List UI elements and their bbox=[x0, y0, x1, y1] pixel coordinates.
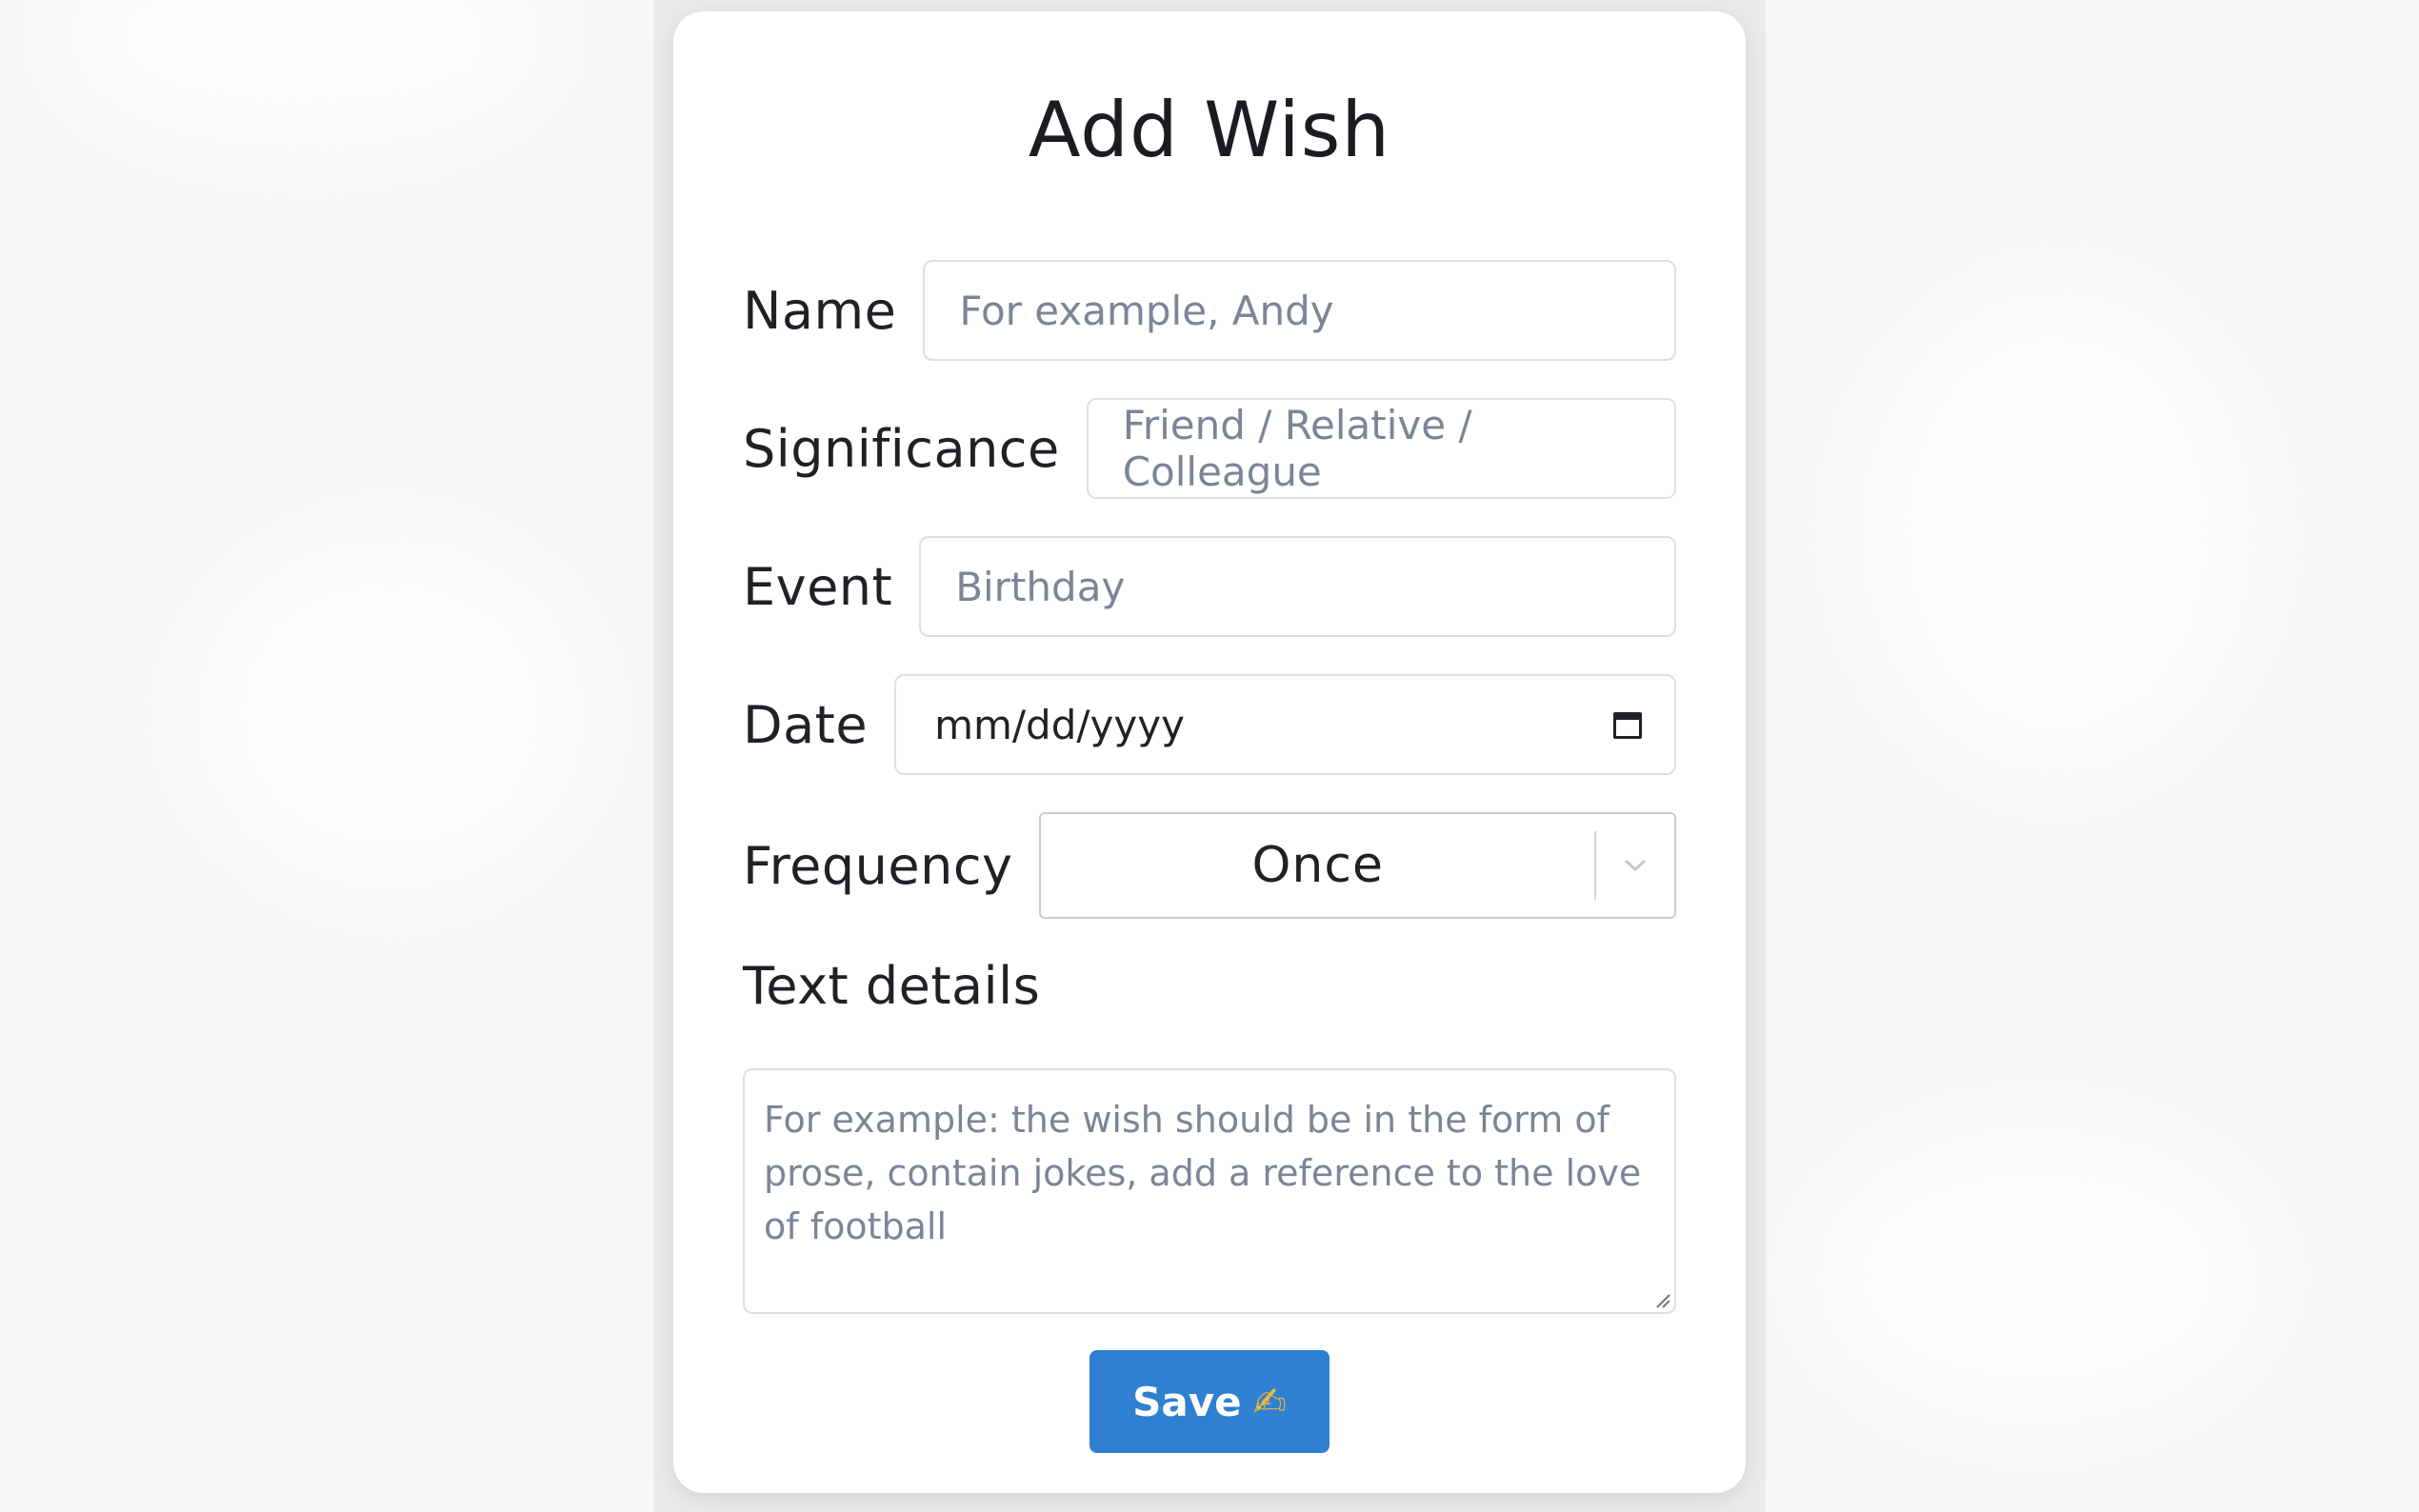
event-input[interactable]: Birthday bbox=[919, 536, 1676, 637]
event-row: Event Birthday bbox=[743, 534, 1676, 639]
frequency-selected-value: Once bbox=[1251, 837, 1384, 894]
calendar-icon[interactable] bbox=[1613, 708, 1646, 741]
event-label: Event bbox=[743, 556, 893, 617]
frequency-label: Frequency bbox=[743, 835, 1013, 896]
chevron-down-icon[interactable] bbox=[1596, 856, 1674, 875]
date-label: Date bbox=[743, 694, 869, 755]
date-placeholder: mm/dd/yyyy bbox=[934, 701, 1185, 748]
date-row: Date mm/dd/yyyy bbox=[743, 672, 1676, 777]
resize-grip-icon[interactable] bbox=[1653, 1291, 1670, 1308]
name-input[interactable]: For example, Andy bbox=[923, 260, 1676, 361]
significance-label: Significance bbox=[743, 418, 1060, 479]
name-row: Name For example, Andy bbox=[743, 258, 1676, 363]
frequency-select[interactable]: Once bbox=[1039, 812, 1676, 919]
text-details-textarea[interactable]: For example: the wish should be in the f… bbox=[743, 1068, 1676, 1314]
text-details-placeholder: For example: the wish should be in the f… bbox=[764, 1099, 1642, 1247]
significance-placeholder: Friend / Relative / Colleague bbox=[1122, 402, 1472, 495]
text-details-label: Text details bbox=[743, 956, 1041, 1016]
add-wish-card: Add Wish Name For example, Andy Signific… bbox=[673, 11, 1746, 1493]
significance-row: Significance Friend / Relative / Colleag… bbox=[743, 396, 1676, 501]
page-title: Add Wish bbox=[1028, 86, 1391, 174]
event-placeholder: Birthday bbox=[955, 563, 1126, 610]
writing-hand-icon: ✍ bbox=[1252, 1378, 1287, 1425]
save-button[interactable]: Save ✍ bbox=[1090, 1350, 1329, 1453]
name-label: Name bbox=[743, 280, 897, 341]
significance-input[interactable]: Friend / Relative / Colleague bbox=[1086, 398, 1676, 499]
name-placeholder: For example, Andy bbox=[959, 287, 1334, 334]
save-button-label: Save bbox=[1132, 1378, 1242, 1425]
date-input[interactable]: mm/dd/yyyy bbox=[894, 674, 1676, 775]
frequency-row: Frequency Once bbox=[743, 812, 1676, 919]
